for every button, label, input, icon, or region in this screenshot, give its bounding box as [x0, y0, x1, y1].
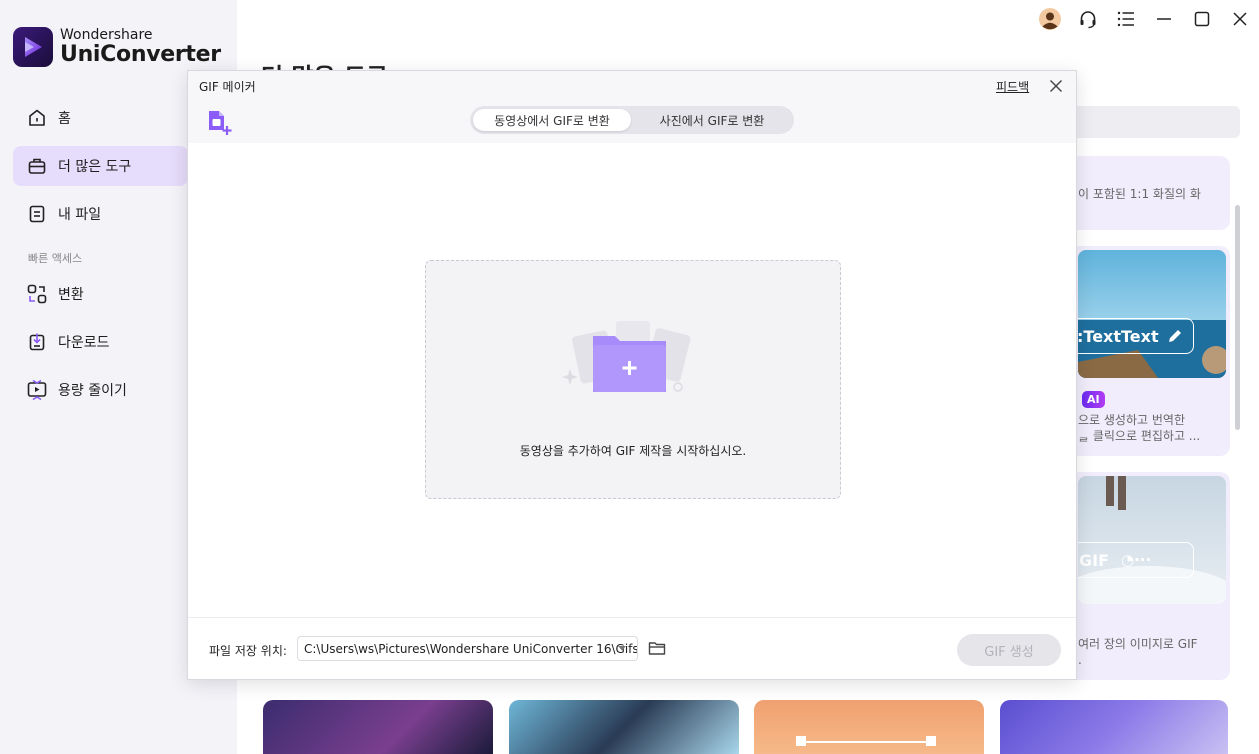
add-file-icon	[209, 111, 232, 135]
tool-card-image-to-gif[interactable]: GIF ◔··· 여러 장의 이미지로 GIF .	[1060, 472, 1230, 680]
close-icon	[1050, 80, 1062, 92]
save-location-value: C:\Users\ws\Pictures\Wondershare UniConv…	[304, 641, 638, 656]
minimize-icon[interactable]	[1145, 0, 1183, 38]
uniconverter-logo-icon	[13, 27, 53, 67]
dialog-header: GIF 메이커 피드백 동영상에서 GIF로 변환 사진에서 GIF로 변환	[188, 71, 1076, 143]
home-icon	[26, 107, 48, 129]
compress-icon	[26, 379, 48, 401]
tool-card-desc: 이 포함된 1:1 화질의 화	[1078, 187, 1201, 201]
brand-company: Wondershare	[60, 27, 153, 43]
sidebar-item-label: 변환	[58, 287, 84, 303]
headset-icon[interactable]	[1069, 0, 1107, 38]
sidebar-item-home[interactable]: 홈	[13, 98, 188, 138]
sidebar-item-convert[interactable]: 변환	[13, 274, 188, 314]
create-gif-button[interactable]: GIF 생성	[957, 634, 1061, 666]
drop-zone-hint: 동영상을 추가하여 GIF 제작을 시작하십시오.	[519, 444, 747, 458]
sidebar-item-more-tools[interactable]: 더 많은 도구	[13, 146, 188, 186]
tool-card-thumbnail[interactable]	[754, 700, 984, 754]
maximize-icon[interactable]	[1183, 0, 1221, 38]
ai-badge: AI	[1082, 391, 1105, 408]
window-controls	[1031, 0, 1259, 38]
dialog-close-button[interactable]	[1048, 78, 1064, 94]
tool-card-upscale[interactable]: 이 포함된 1:1 화질의 화	[1060, 156, 1230, 230]
tool-card-thumbnail: :TextText	[1078, 250, 1226, 378]
save-location-label: 파일 저장 위치:	[209, 644, 287, 658]
mode-tabs: 동영상에서 GIF로 변환 사진에서 GIF로 변환	[470, 106, 794, 134]
pencil-icon	[1169, 330, 1181, 342]
tab-video-to-gif[interactable]: 동영상에서 GIF로 변환	[473, 109, 631, 131]
scrollbar[interactable]	[1235, 205, 1240, 430]
add-file-button[interactable]	[206, 109, 234, 137]
avatar-icon[interactable]	[1031, 0, 1069, 38]
sidebar-item-my-files[interactable]: 내 파일	[13, 194, 188, 234]
sidebar-item-label: 홈	[58, 111, 71, 127]
close-icon[interactable]	[1221, 0, 1259, 38]
quick-access-label: 빠른 액세스	[28, 252, 83, 265]
loading-dots-icon: ◔···	[1121, 551, 1152, 569]
sidebar-item-download[interactable]: 다운로드	[13, 322, 188, 362]
chevron-down-icon	[618, 646, 626, 651]
tool-card-desc: .	[1078, 653, 1082, 667]
toolbox-icon	[26, 155, 48, 177]
brand-product: UniConverter	[60, 42, 221, 67]
ai-text-chip-label: :TextText	[1078, 326, 1159, 346]
tool-card-thumbnail: GIF ◔···	[1078, 476, 1226, 604]
feedback-link[interactable]: 피드백	[996, 78, 1029, 95]
tool-card-desc: 여러 장의 이미지로 GIF	[1078, 637, 1198, 651]
menu-icon[interactable]	[1107, 0, 1145, 38]
add-folder-icon	[562, 321, 691, 392]
folder-icon	[648, 642, 666, 655]
gif-chip: GIF ◔···	[1078, 542, 1194, 578]
tool-card-desc: 으로 생성하고 번역한	[1078, 413, 1185, 427]
brand: Wondershare UniConverter	[13, 27, 221, 67]
convert-icon	[26, 283, 48, 305]
sidebar-item-label: 내 파일	[58, 207, 102, 223]
dialog-title: GIF 메이커	[199, 80, 256, 94]
gif-chip-label: GIF	[1079, 550, 1110, 570]
video-drop-zone[interactable]: 동영상을 추가하여 GIF 제작을 시작하십시오.	[425, 260, 841, 499]
tool-card-ai-subtitle[interactable]: :TextText AI 으로 생성하고 번역한 ᆯ 클릭으로 편집하고 ...	[1060, 246, 1230, 456]
ai-text-chip: :TextText	[1078, 318, 1194, 354]
sidebar-item-label: 더 많은 도구	[58, 159, 132, 175]
tool-card-desc: ᆯ 클릭으로 편집하고 ...	[1078, 429, 1201, 443]
sidebar-item-label: 용량 줄이기	[58, 383, 127, 399]
dialog-footer: 파일 저장 위치: C:\Users\ws\Pictures\Wondersha…	[188, 617, 1076, 681]
sidebar-item-label: 다운로드	[58, 335, 110, 351]
tool-card-thumbnail[interactable]	[263, 700, 493, 754]
file-icon	[26, 203, 48, 225]
sidebar-item-compress[interactable]: 용량 줄이기	[13, 370, 188, 410]
open-folder-button[interactable]	[648, 640, 666, 656]
download-icon	[26, 331, 48, 353]
gif-maker-dialog: GIF 메이커 피드백 동영상에서 GIF로 변환 사진에서 GIF로 변환 동…	[187, 70, 1077, 680]
tab-photo-to-gif[interactable]: 사진에서 GIF로 변환	[633, 109, 791, 131]
save-location-select[interactable]: C:\Users\ws\Pictures\Wondershare UniConv…	[297, 636, 638, 661]
tool-card-thumbnail[interactable]	[1000, 700, 1228, 754]
search-input[interactable]	[1060, 106, 1240, 138]
tool-card-thumbnail[interactable]	[509, 700, 739, 754]
